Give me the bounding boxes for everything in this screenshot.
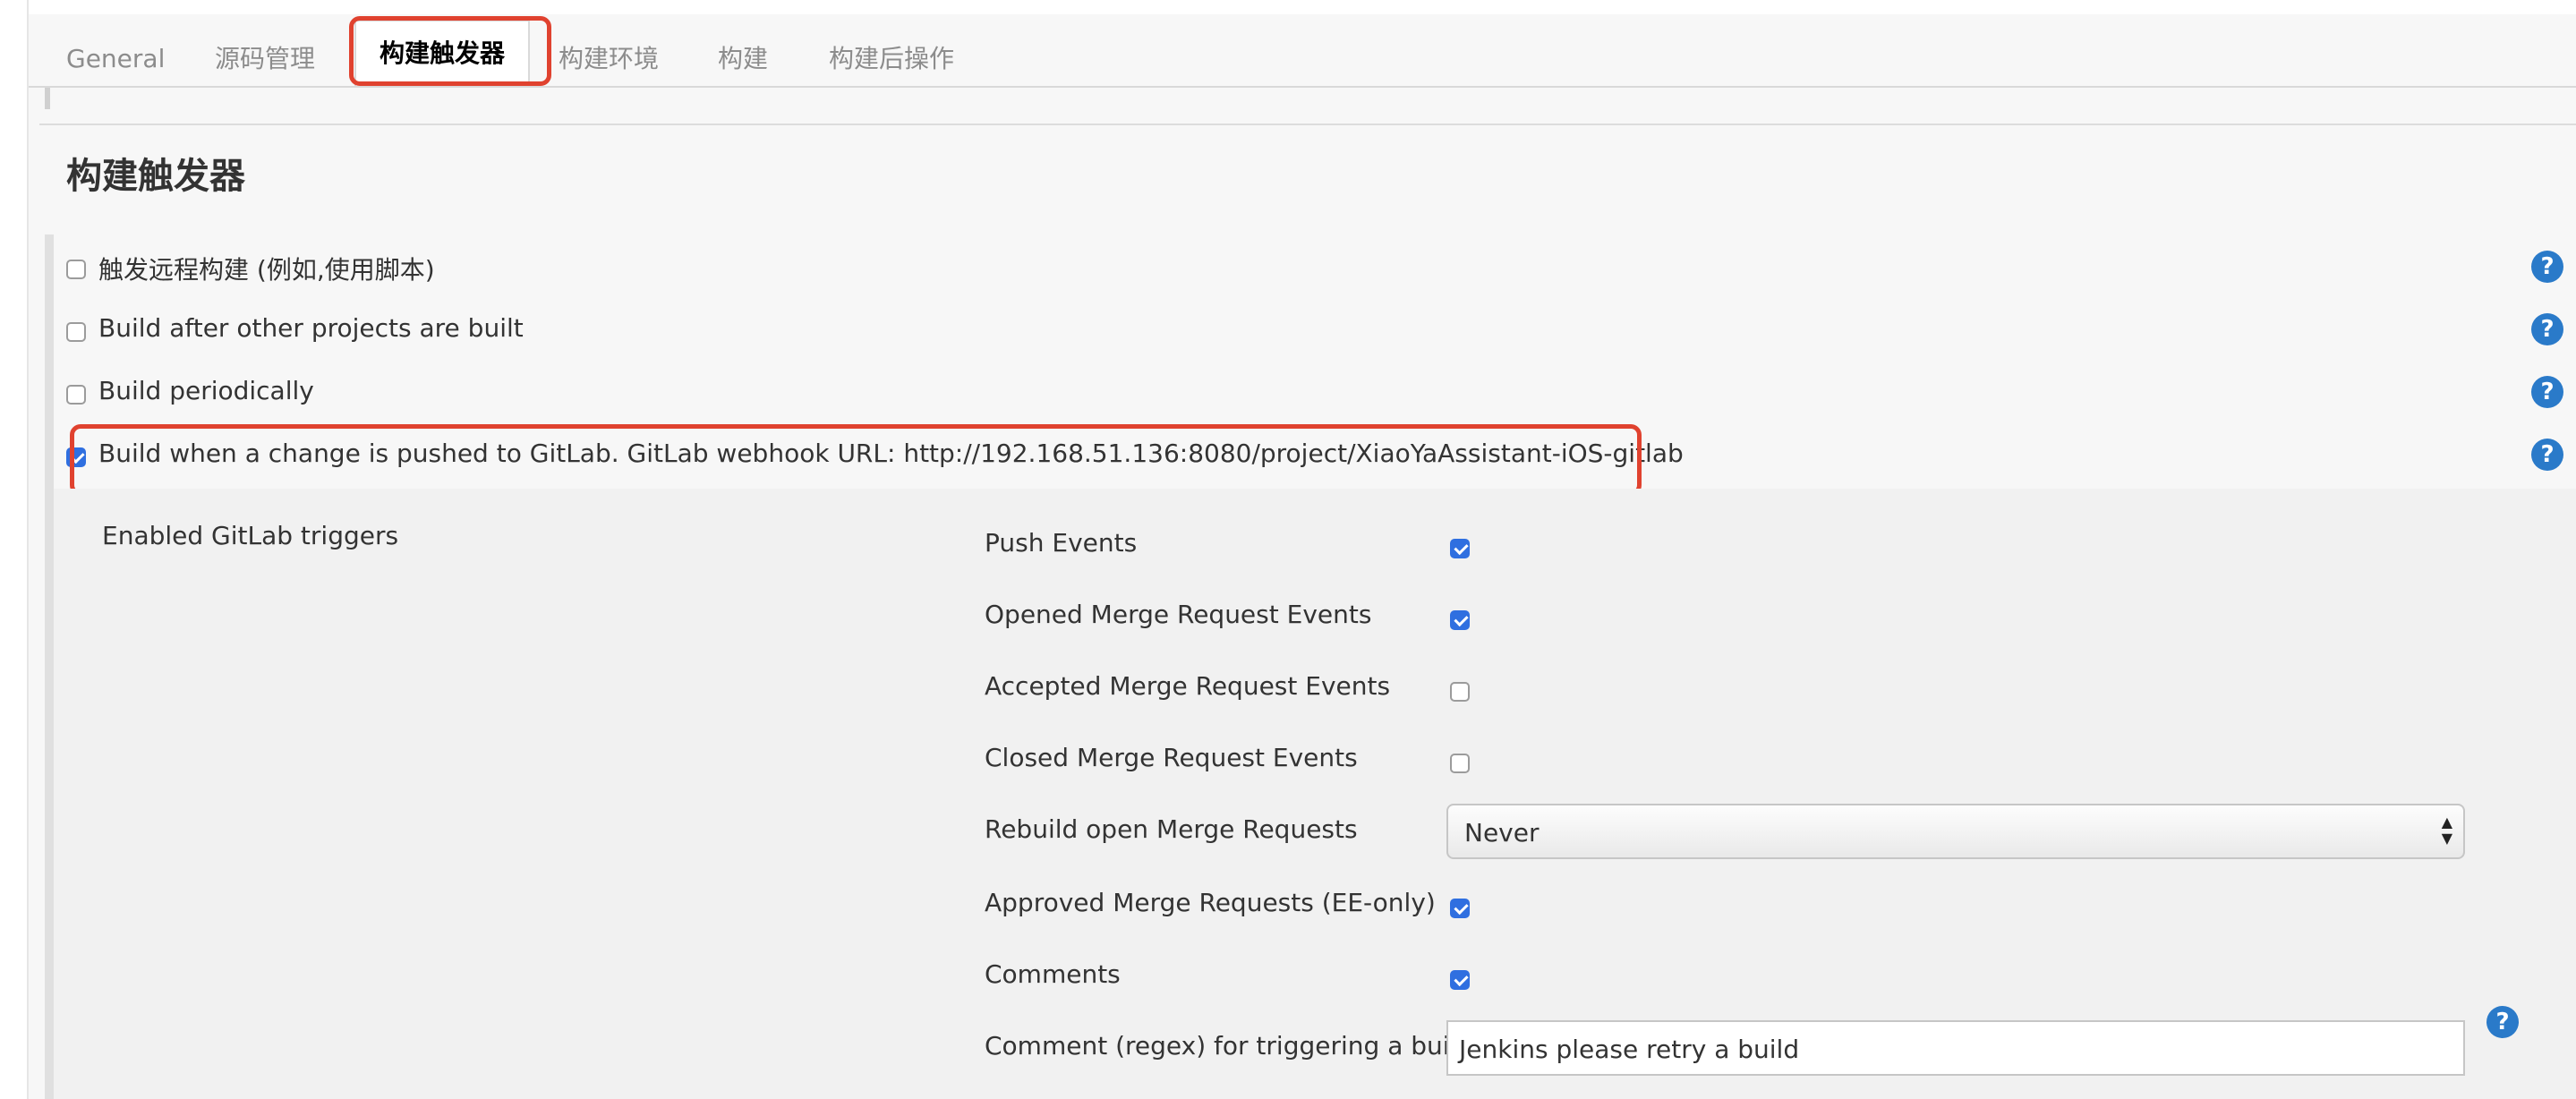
help-icon[interactable]: ? [2531,376,2563,408]
help-icon[interactable]: ? [2486,1006,2519,1038]
approved-mr-checkbox[interactable] [1450,899,1470,918]
enabled-gitlab-triggers-label: Enabled GitLab triggers [102,521,399,550]
comments-checkbox[interactable] [1450,970,1470,990]
push-events-label: Push Events [985,528,1138,558]
help-icon[interactable]: ? [2531,439,2563,471]
opened-mr-events-label: Opened Merge Request Events [985,600,1372,629]
gitlab-options-panel [54,489,2576,1099]
help-icon[interactable]: ? [2531,313,2563,345]
tab-post-build-actions[interactable]: 构建后操作 [829,32,954,86]
trigger-periodic-checkbox[interactable] [66,385,86,405]
comment-regex-input[interactable]: Jenkins please retry a build [1446,1020,2465,1076]
section-title: 构建触发器 [66,156,245,197]
section-indent-bar [45,234,54,1099]
accepted-mr-events-label: Accepted Merge Request Events [985,671,1391,701]
help-icon[interactable]: ? [2531,251,2563,283]
tab-general[interactable]: General [66,32,165,86]
tab-build-environment[interactable]: 构建环境 [559,32,659,86]
trigger-after-other-label: Build after other projects are built [98,313,524,343]
rebuild-open-mr-value: Never [1464,818,1540,848]
select-arrows-icon: ▲ ▼ [2441,814,2452,847]
trigger-remote-checkbox[interactable] [66,260,86,279]
comments-label: Comments [985,959,1121,989]
rebuild-open-mr-label: Rebuild open Merge Requests [985,814,1358,844]
config-page: General 源码管理 构建触发器 构建环境 构建 构建后操作 构建触发器 触… [29,14,2576,1099]
tab-source-control[interactable]: 源码管理 [215,32,315,86]
push-events-checkbox[interactable] [1450,539,1470,558]
scroll-marker [45,88,50,109]
trigger-periodic-row: Build periodically ? [61,369,2563,419]
section-divider [39,124,2576,125]
closed-mr-events-label: Closed Merge Request Events [985,743,1358,772]
trigger-gitlab-row: Build when a change is pushed to GitLab.… [61,431,2563,481]
trigger-after-other-row: Build after other projects are built ? [61,306,2563,356]
tab-build-triggers[interactable]: 构建触发器 [354,20,531,86]
trigger-periodic-label: Build periodically [98,376,314,405]
accepted-mr-events-checkbox[interactable] [1450,682,1470,702]
approved-mr-label: Approved Merge Requests (EE-only) [985,888,1436,917]
closed-mr-events-checkbox[interactable] [1450,754,1470,773]
trigger-gitlab-checkbox[interactable] [66,447,86,467]
trigger-remote-row: 触发远程构建 (例如,使用脚本) ? [61,243,2563,294]
rebuild-open-mr-select[interactable]: Never ▲ ▼ [1446,804,2465,859]
trigger-remote-label: 触发远程构建 (例如,使用脚本) [98,255,435,285]
trigger-after-other-checkbox[interactable] [66,322,86,342]
tab-build[interactable]: 构建 [718,32,768,86]
comment-regex-label: Comment (regex) for triggering a build [985,1031,1473,1061]
opened-mr-events-checkbox[interactable] [1450,610,1470,630]
tab-bar: General 源码管理 构建触发器 构建环境 构建 构建后操作 [29,14,2576,88]
trigger-gitlab-label: Build when a change is pushed to GitLab.… [98,439,1684,468]
